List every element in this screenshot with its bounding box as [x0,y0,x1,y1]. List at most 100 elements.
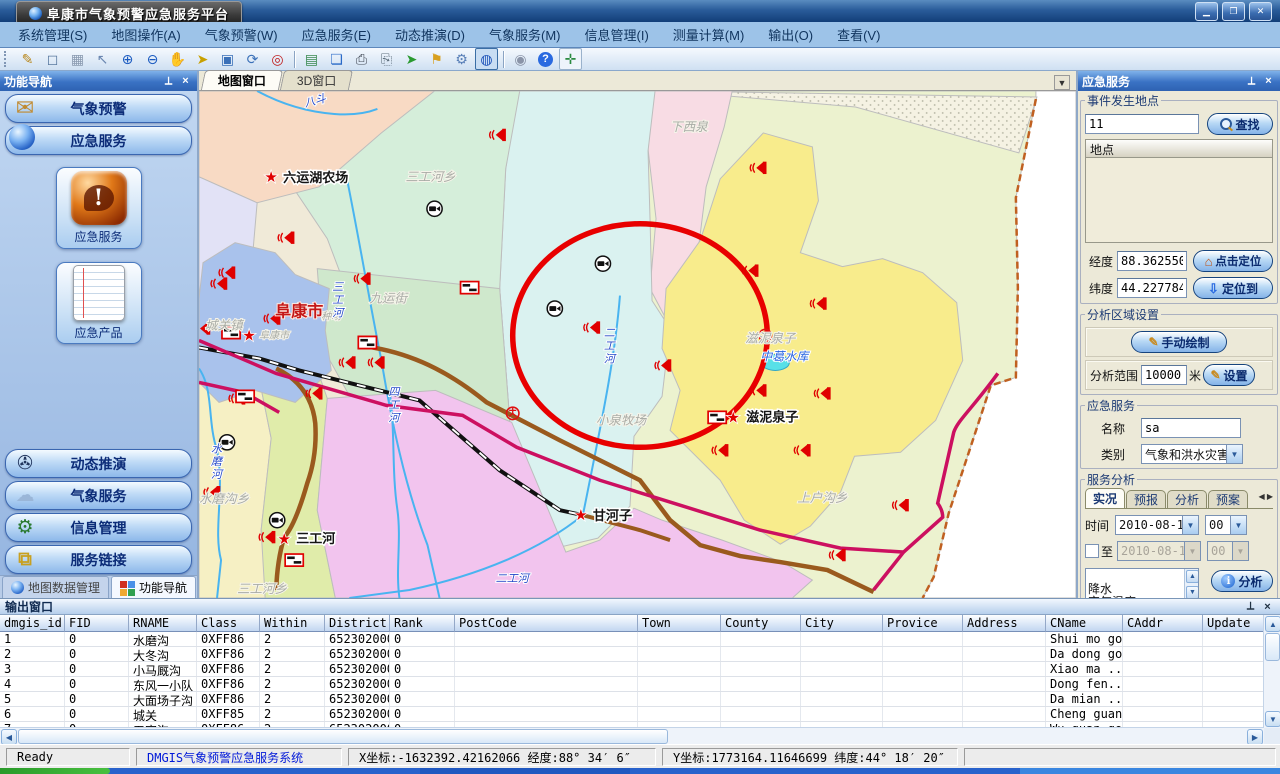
column-header[interactable]: Class [197,615,260,632]
map-tab-dropdown-icon[interactable]: ▼ [1054,75,1070,90]
menu-item-weather-warning[interactable]: 气象预警(W) [193,22,290,47]
find-button[interactable]: 查找 [1207,113,1273,135]
flag-marker[interactable] [236,390,254,402]
dropdown-icon[interactable]: ▼ [1182,516,1198,534]
latitude-input[interactable] [1117,278,1187,298]
minimize-button[interactable]: ▁ [1195,2,1218,21]
full-extent-icon[interactable]: ▣ [216,48,239,70]
export-map-icon[interactable]: ❏ [325,48,348,70]
star-marker[interactable]: ★ [726,409,739,426]
column-header[interactable]: CName [1046,615,1123,632]
map-tab-0[interactable]: 地图窗口 [201,70,283,90]
sidebar-group-weather-warning[interactable]: ✉气象预警 [5,94,192,123]
star-marker[interactable]: ★ [574,507,587,524]
table-row[interactable]: 60城关0XFF8526523020000Cheng guan [0,707,1264,722]
identify-icon[interactable]: ◎ [266,48,289,70]
menu-item-dynamic-deduction[interactable]: 动态推演(D) [383,22,477,47]
place-list[interactable] [1085,158,1273,243]
menu-item-info-mgmt[interactable]: 信息管理(I) [573,22,661,47]
star-marker[interactable]: ★ [264,169,277,186]
analysis-tab-3[interactable]: 预案 [1208,490,1248,508]
tool-button-emergency-product[interactable]: 应急产品 [56,262,142,344]
overview-icon[interactable]: ▤ [300,48,323,70]
dropdown-icon[interactable]: ▼ [1230,516,1246,534]
dropdown-icon[interactable]: ▼ [1226,445,1242,463]
globe-icon[interactable]: ◍ [475,48,498,70]
clear-selection-icon[interactable]: ▦ [66,48,89,70]
range-input[interactable] [1141,365,1187,385]
pin-icon[interactable]: ⟂ [161,74,176,88]
menu-item-output[interactable]: 输出(O) [756,22,825,47]
manual-draw-button[interactable]: ✎ 手动绘制 [1131,331,1227,353]
listbox-scrollbar[interactable]: ▲ ▼ [1184,569,1198,598]
table-row[interactable]: 10水磨沟0XFF8626523020000Shui mo gou [0,632,1264,647]
table-row[interactable]: 30小马厩沟0XFF8626523020000Xiao ma ... [0,662,1264,677]
camera-marker[interactable] [427,201,442,216]
column-header[interactable]: Update [1203,615,1264,632]
analysis-tab-2[interactable]: 分析 [1167,490,1207,508]
hour-select[interactable]: 00 ▼ [1205,515,1247,535]
sidebar-item-service-links[interactable]: ⧉服务链接 [5,545,192,574]
service-type-select[interactable]: 气象和洪水灾害 ▼ [1141,444,1243,464]
zoom-out-icon[interactable]: ⊖ [141,48,164,70]
star-marker[interactable]: ★ [242,328,255,345]
flag-marker[interactable] [285,554,303,566]
keyword-input[interactable] [1085,114,1199,134]
menu-item-view[interactable]: 查看(V) [825,22,892,47]
column-header[interactable]: County [721,615,801,632]
refresh-icon[interactable]: ⟳ [241,48,264,70]
pointer-icon[interactable]: ➤ [191,48,214,70]
close-icon[interactable]: × [1261,74,1276,88]
column-header[interactable]: Within [260,615,325,632]
settings-gear-icon[interactable]: ⚙ [450,48,473,70]
menu-item-measure-calc[interactable]: 测量计算(M) [661,22,757,47]
longitude-input[interactable] [1117,251,1187,271]
menu-item-map-ops[interactable]: 地图操作(A) [99,22,192,47]
measure-icon[interactable]: ✎ [16,48,39,70]
camera-marker[interactable] [547,301,562,316]
camera-marker[interactable] [270,513,285,528]
select-arrow-icon[interactable]: ↖ [91,48,114,70]
print-preview-icon[interactable]: ⎘ [375,48,398,70]
column-header[interactable]: dmgis_id [0,615,65,632]
column-header[interactable]: FID [65,615,129,632]
map-canvas[interactable]: ★★★★★ 六运湖农场三工河乡下西泉阜康市城关镇阜康市九运街种场滋泥泉子中葛水库… [199,91,1076,598]
column-header[interactable]: Provice [883,615,963,632]
flag-marker[interactable] [460,282,478,294]
menu-item-system[interactable]: 系统管理(S) [6,22,99,47]
table-hscrollbar[interactable]: ◀ ▶ [0,727,1264,744]
star-marker[interactable]: ★ [277,531,290,548]
table-vscrollbar[interactable]: ▲ ▼ [1263,615,1280,728]
sidebar-item-weather-service[interactable]: ☁气象服务 [5,481,192,510]
sidebar-group-emergency-service[interactable]: 应急服务 [5,126,192,155]
table-row[interactable]: 50大面场子沟0XFF8626523020000Da mian ... [0,692,1264,707]
flag-marker[interactable] [708,411,726,423]
close-icon[interactable]: × [1260,600,1275,614]
toolbar-grip[interactable] [4,51,11,67]
close-icon[interactable]: × [178,74,193,88]
pin-marker-icon[interactable]: ⚑ [425,48,448,70]
column-header[interactable]: City [801,615,883,632]
column-header[interactable]: RNAME [129,615,197,632]
pick-arrow-icon[interactable]: ➤ [400,48,423,70]
column-header[interactable]: Town [638,615,721,632]
locate-to-button[interactable]: ⇩ 定位到 [1193,277,1273,299]
service-name-input[interactable] [1141,418,1241,438]
menu-item-emergency-service[interactable]: 应急服务(E) [290,22,383,47]
bottom-tab-function-nav[interactable]: 功能导航 [111,576,196,598]
zoom-layer-icon[interactable]: ✛ [559,48,582,70]
to-checkbox[interactable] [1085,544,1099,558]
column-header[interactable]: District [325,615,390,632]
bottom-tab-map-data-mgmt[interactable]: 地图数据管理 [2,576,109,598]
flag-marker[interactable] [358,336,376,348]
table-row[interactable]: 20大冬沟0XFF8626523020000Da dong gou [0,647,1264,662]
print-icon[interactable]: ⎙ [350,48,373,70]
pan-icon[interactable]: ✋ [166,48,189,70]
locate-click-button[interactable]: ⌂ 点击定位 [1193,250,1273,272]
column-header[interactable]: Address [963,615,1046,632]
sidebar-item-dynamic-deduction[interactable]: ✇动态推演 [5,449,192,478]
tab-scroll-icons[interactable]: ◀ ▶ [1258,492,1273,501]
analysis-tab-0[interactable]: 实况 [1085,488,1125,508]
menu-item-weather-service[interactable]: 气象服务(M) [477,22,573,47]
pin-icon[interactable]: ⟂ [1244,74,1259,88]
